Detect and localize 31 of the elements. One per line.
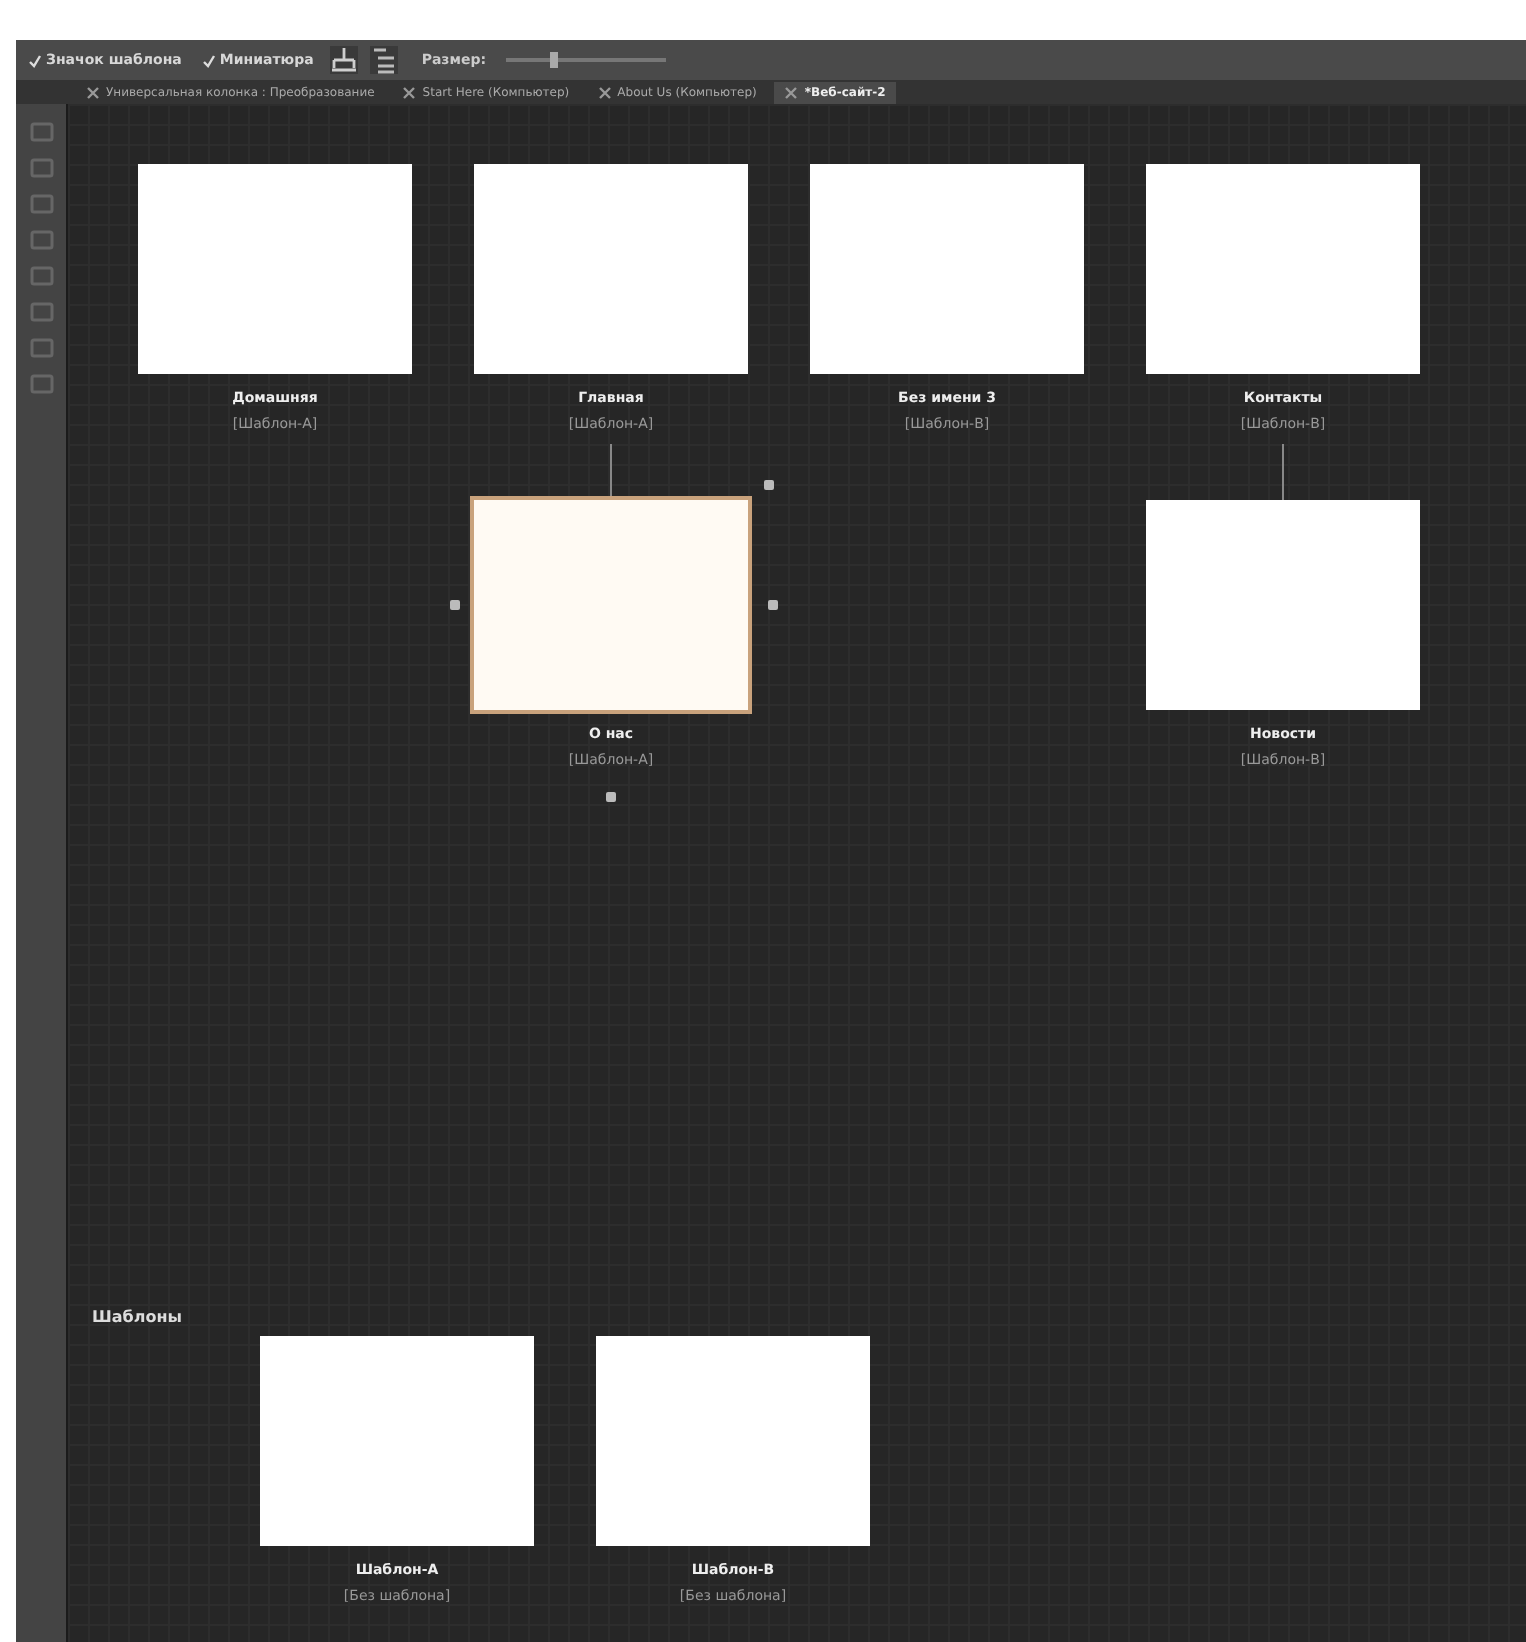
handle[interactable] [606,792,616,802]
handle[interactable] [450,600,460,610]
handle[interactable] [768,600,778,610]
close-icon[interactable] [597,86,612,100]
page-thumbnail[interactable] [260,1336,534,1546]
close-icon[interactable] [402,86,417,100]
page-thumbnail[interactable] [596,1336,870,1546]
handle[interactable] [764,480,774,490]
page-thumbnail[interactable] [1146,500,1420,710]
tool-icon[interactable] [29,192,53,216]
tool-icon[interactable] [29,336,53,360]
tool-icon[interactable] [29,264,53,288]
page-thumbnail[interactable] [138,164,412,374]
list-icon[interactable] [369,46,398,74]
tool-icon[interactable] [29,300,53,324]
page-thumbnail[interactable] [810,164,1084,374]
connector-line [610,444,612,500]
check-icon [28,53,42,67]
page-thumbnail[interactable] [474,500,748,710]
sitemap-icon[interactable] [329,46,358,74]
page-thumbnail[interactable] [1146,164,1420,374]
tool-icon[interactable] [29,120,53,144]
section-title: Шаблоны [92,1308,182,1326]
close-icon[interactable] [86,86,100,100]
page-thumbnail[interactable] [474,164,748,374]
tool-icon[interactable] [29,228,53,252]
tool-icon[interactable] [29,156,53,180]
connector-line [1282,444,1284,500]
tool-icon[interactable] [29,372,53,396]
check-icon [201,53,216,67]
close-icon[interactable] [784,86,799,100]
